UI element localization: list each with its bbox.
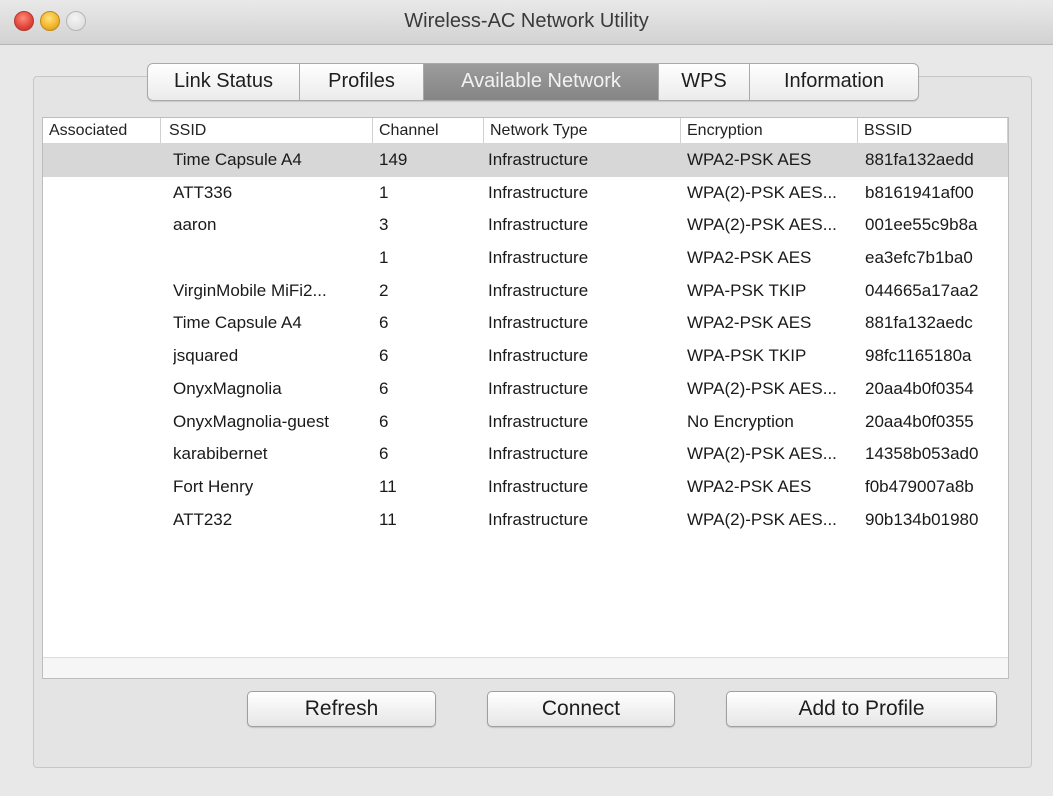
table-row[interactable]: Fort Henry 11 Infrastructure WPA2-PSK AES f0… <box>43 471 1008 504</box>
tab-link-status[interactable]: Link Status <box>148 64 300 100</box>
cell-channel: 149 <box>379 150 408 169</box>
table-row[interactable]: 1 Infrastructure WPA2-PSK AES ea3efc7b1ba0 <box>43 242 1008 275</box>
tab-information[interactable]: Information <box>750 64 918 100</box>
cell-encryption: No Encryption <box>687 411 794 431</box>
table-row[interactable]: karabibernet 6 Infrastructure WPA(2)-PSK AE… <box>43 438 1008 471</box>
cell-network-type: Infrastructure <box>488 378 589 398</box>
tab-profiles[interactable]: Profiles <box>300 64 424 100</box>
column-header-bssid[interactable]: BSSID <box>858 118 1008 143</box>
table-row[interactable]: Time Capsule A4 149 Infrastructure WPA2-PSK… <box>43 144 1008 177</box>
cell-ssid: VirginMobile MiFi2... <box>173 280 327 300</box>
cell-channel: 6 <box>379 313 389 333</box>
cell-encryption: WPA-PSK TKIP <box>687 280 807 300</box>
horizontal-scrollbar[interactable] <box>43 657 1008 678</box>
column-header-ssid[interactable]: SSID <box>161 118 373 143</box>
cell-ssid: OnyxMagnolia <box>173 378 282 398</box>
title-bar: Wireless-AC Network Utility <box>0 0 1053 45</box>
cell-encryption: WPA2-PSK AES <box>687 150 812 169</box>
cell-bssid: 20aa4b0f0354 <box>865 378 974 398</box>
column-header-network-type[interactable]: Network Type <box>484 118 681 143</box>
cell-network-type: Infrastructure <box>488 476 589 496</box>
cell-network-type: Infrastructure <box>488 215 589 235</box>
cell-bssid: ea3efc7b1ba0 <box>865 248 973 268</box>
cell-bssid: 90b134b01980 <box>865 509 979 529</box>
cell-channel: 3 <box>379 215 389 235</box>
cell-channel: 6 <box>379 346 389 366</box>
cell-channel: 2 <box>379 280 389 300</box>
connect-button[interactable]: Connect <box>487 691 675 727</box>
cell-bssid: 20aa4b0f0355 <box>865 411 974 431</box>
cell-encryption: WPA-PSK TKIP <box>687 346 807 366</box>
cell-bssid: 001ee55c9b8a <box>865 215 978 235</box>
table-row[interactable]: Time Capsule A4 6 Infrastructure WPA2-PSK A… <box>43 307 1008 340</box>
cell-ssid: ATT336 <box>173 182 233 202</box>
cell-bssid: b8161941af00 <box>865 182 974 202</box>
cell-channel: 11 <box>379 476 397 496</box>
window-title: Wireless-AC Network Utility <box>404 10 649 32</box>
cell-network-type: Infrastructure <box>488 346 589 366</box>
cell-channel: 1 <box>379 182 389 202</box>
cell-ssid: karabibernet <box>173 444 268 464</box>
cell-network-type: Infrastructure <box>488 444 589 464</box>
table-row[interactable]: aaron 3 Infrastructure WPA(2)-PSK AES... 001… <box>43 209 1008 242</box>
cell-bssid: 881fa132aedc <box>865 313 973 333</box>
cell-encryption: WPA(2)-PSK AES... <box>687 509 837 529</box>
cell-channel: 11 <box>379 509 397 529</box>
cell-encryption: WPA2-PSK AES <box>687 248 812 268</box>
add-to-profile-button[interactable]: Add to Profile <box>726 691 997 727</box>
cell-network-type: Infrastructure <box>488 280 589 300</box>
cell-encryption: WPA2-PSK AES <box>687 313 812 333</box>
app-window: Wireless-AC Network Utility Link Status … <box>0 0 1053 796</box>
cell-ssid: OnyxMagnolia-guest <box>173 411 329 431</box>
cell-encryption: WPA2-PSK AES <box>687 476 812 496</box>
cell-channel: 6 <box>379 444 389 464</box>
cell-channel: 6 <box>379 411 389 431</box>
table-row[interactable]: ATT232 11 Infrastructure WPA(2)-PSK AES... 9… <box>43 504 1008 537</box>
cell-ssid: aaron <box>173 215 217 235</box>
cell-bssid: 14358b053ad0 <box>865 444 979 464</box>
cell-network-type: Infrastructure <box>488 248 589 268</box>
column-header-encryption[interactable]: Encryption <box>681 118 858 143</box>
cell-network-type: Infrastructure <box>488 182 589 202</box>
cell-network-type: Infrastructure <box>488 150 589 169</box>
cell-channel: 6 <box>379 378 389 398</box>
column-header-associated[interactable]: Associated <box>43 118 161 143</box>
cell-ssid: Fort Henry <box>173 476 254 496</box>
table-row[interactable]: OnyxMagnolia-guest 6 Infrastructure No Encr… <box>43 406 1008 439</box>
cell-bssid: 98fc1165180a <box>865 346 972 366</box>
tab-available-network[interactable]: Available Network <box>424 64 659 100</box>
table-row[interactable]: OnyxMagnolia 6 Infrastructure WPA(2)-PSK AE… <box>43 373 1008 406</box>
column-header-channel[interactable]: Channel <box>373 118 484 143</box>
tab-bar: Link Status Profiles Available Network W… <box>147 63 919 101</box>
network-table: Associated SSID Channel Network Type Enc… <box>42 117 1009 679</box>
cell-network-type: Infrastructure <box>488 509 589 529</box>
cell-ssid: Time Capsule A4 <box>173 313 302 333</box>
cell-channel: 1 <box>379 248 389 268</box>
table-row[interactable]: ATT336 1 Infrastructure WPA(2)-PSK AES... b8… <box>43 177 1008 210</box>
cell-bssid: 044665a17aa2 <box>865 280 979 300</box>
refresh-button[interactable]: Refresh <box>247 691 436 727</box>
cell-bssid: f0b479007a8b <box>865 476 974 496</box>
table-header: Associated SSID Channel Network Type Enc… <box>43 118 1008 144</box>
cell-network-type: Infrastructure <box>488 313 589 333</box>
table-row[interactable]: jsquared 6 Infrastructure WPA-PSK TKIP 98fc1… <box>43 340 1008 373</box>
cell-ssid: jsquared <box>173 346 239 366</box>
cell-ssid: Time Capsule A4 <box>173 150 302 169</box>
tab-wps[interactable]: WPS <box>659 64 750 100</box>
cell-encryption: WPA(2)-PSK AES... <box>687 378 837 398</box>
cell-network-type: Infrastructure <box>488 411 589 431</box>
cell-encryption: WPA(2)-PSK AES... <box>687 215 837 235</box>
table-row[interactable]: VirginMobile MiFi2... 2 Infrastructure WPA-… <box>43 275 1008 308</box>
cell-encryption: WPA(2)-PSK AES... <box>687 182 837 202</box>
cell-ssid: ATT232 <box>173 509 233 529</box>
table-body: Time Capsule A4 149 Infrastructure WPA2-PSK… <box>43 144 1008 536</box>
cell-bssid: 881fa132aedd <box>865 150 974 169</box>
cell-encryption: WPA(2)-PSK AES... <box>687 444 837 464</box>
